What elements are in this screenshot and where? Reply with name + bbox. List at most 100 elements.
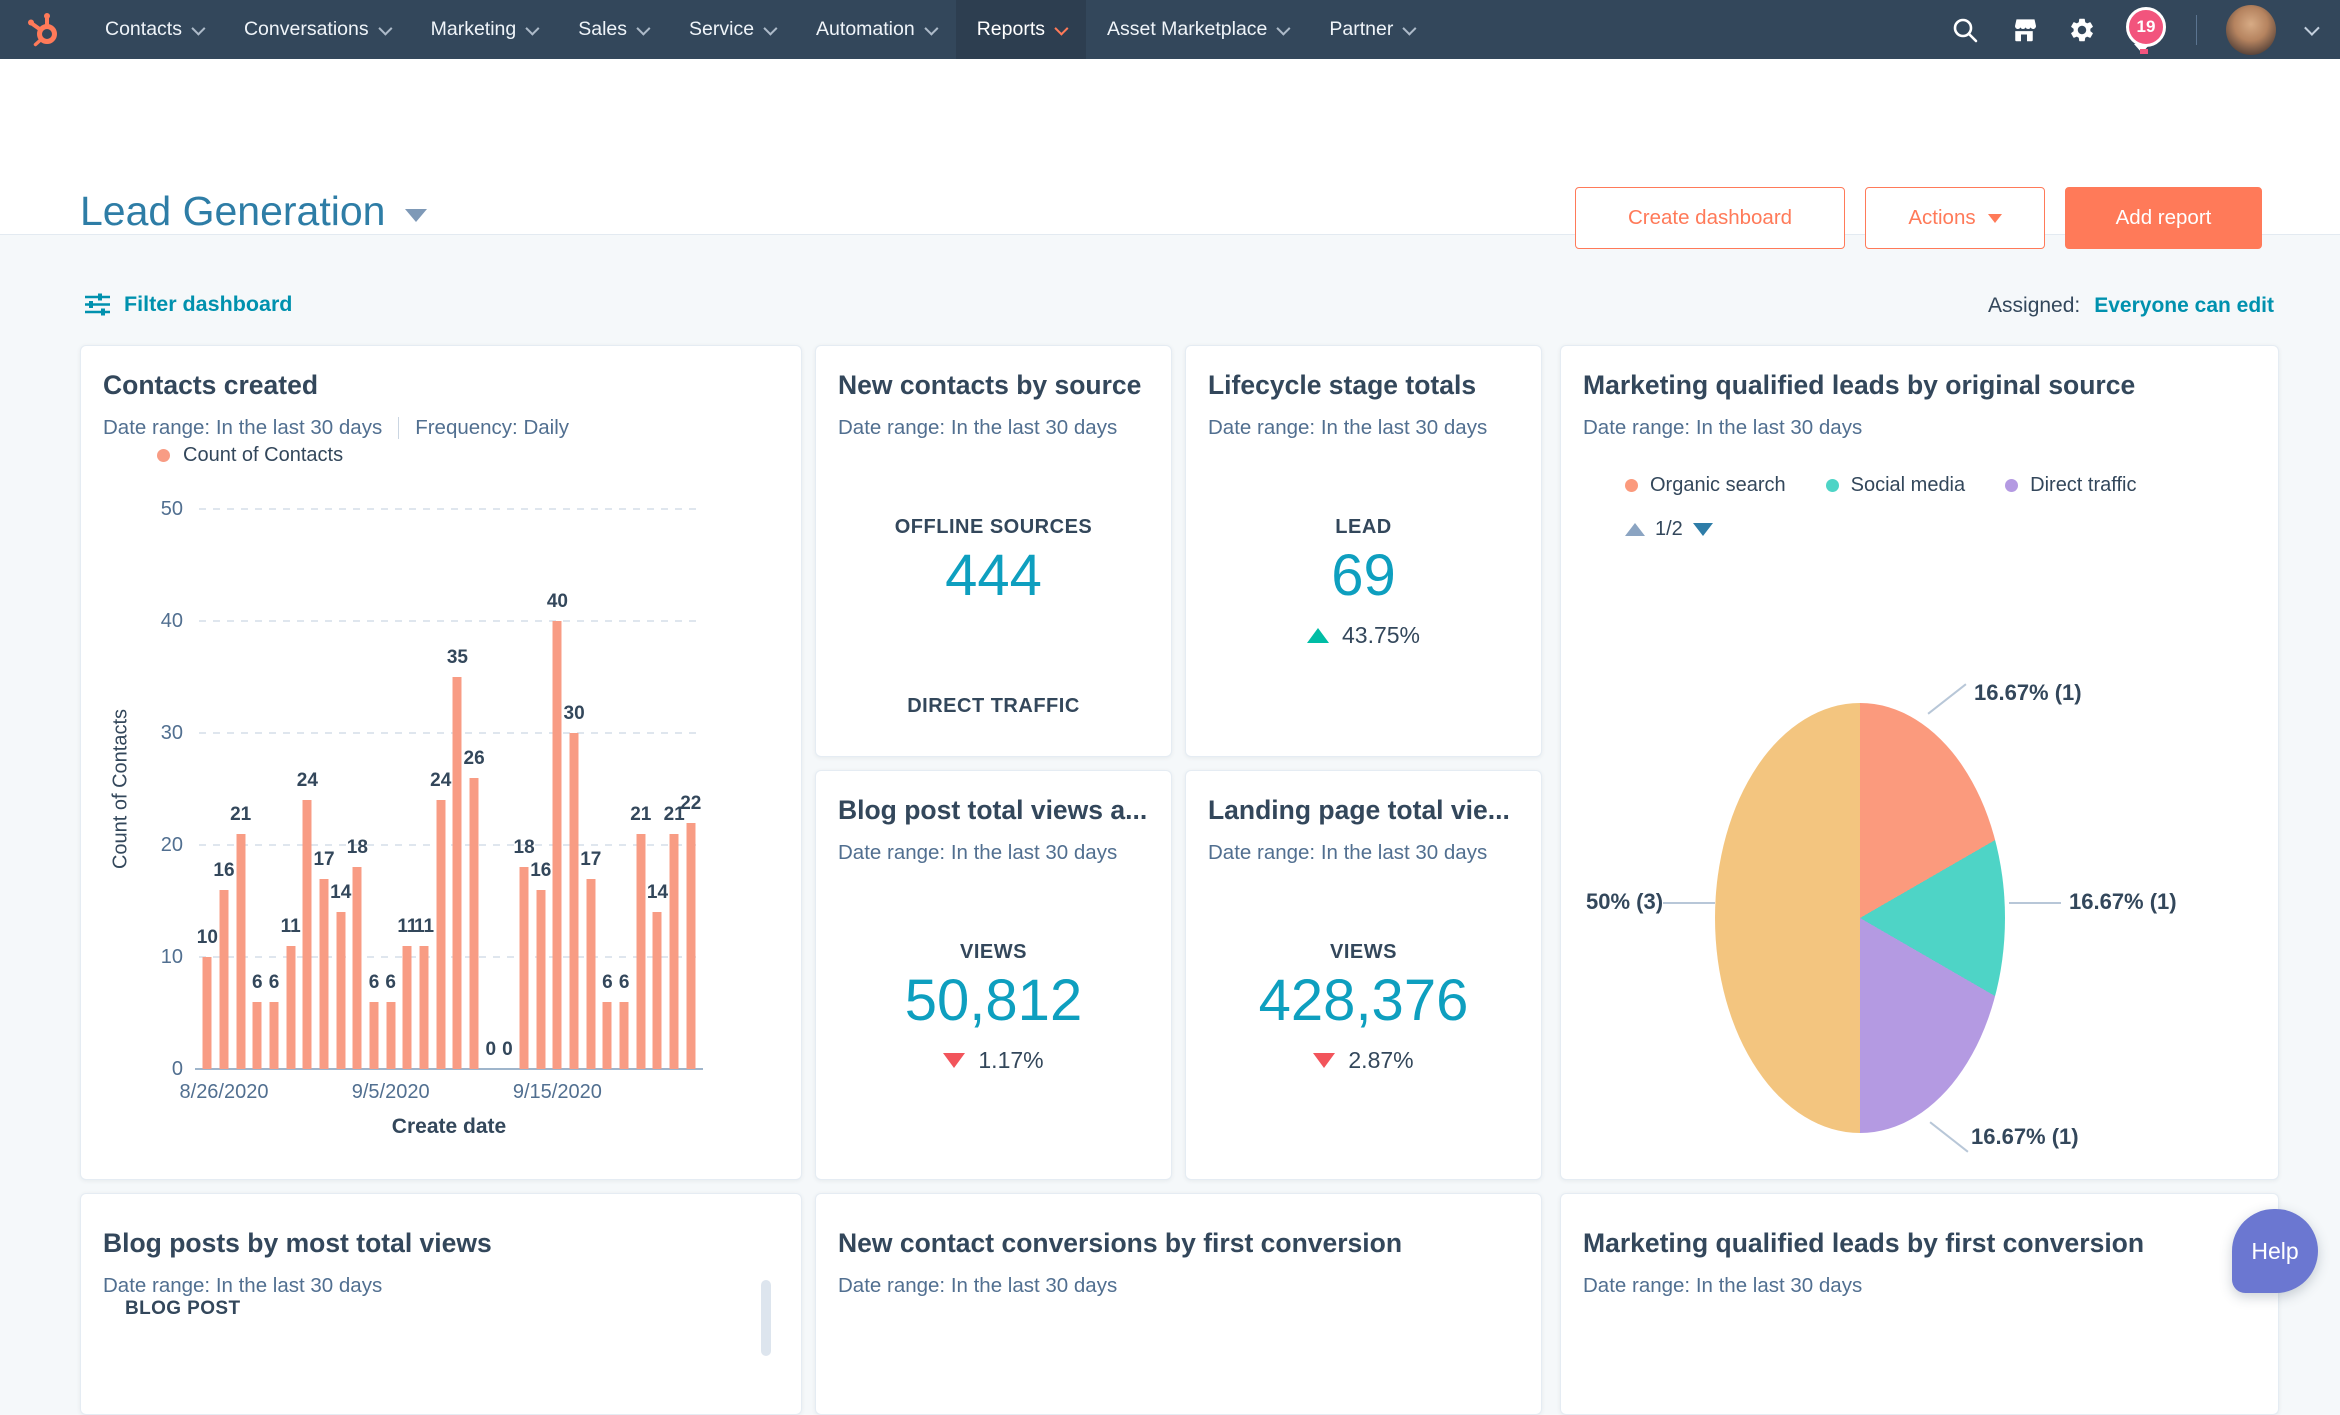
bar[interactable]: 18: [514, 509, 535, 1069]
filter-dashboard-label: Filter dashboard: [124, 292, 293, 316]
bar[interactable]: 16: [213, 509, 235, 1069]
legend-dot-icon: [157, 449, 170, 462]
hubspot-sprocket-icon: [28, 12, 57, 46]
bar[interactable]: 24: [297, 509, 318, 1069]
nav-item-label: Automation: [816, 18, 915, 40]
legend-page-down-icon[interactable]: [1692, 523, 1713, 536]
card-title: New contact conversions by first convers…: [838, 1228, 1403, 1258]
legend-item-organic-search[interactable]: Organic search: [1625, 474, 1786, 497]
nav-item-label: Sales: [578, 18, 628, 40]
bar-rect: [586, 878, 596, 1069]
bar[interactable]: 22: [680, 509, 701, 1069]
x-ticks: 8/26/2020 9/5/2020 9/15/2020: [180, 1081, 699, 1107]
bar[interactable]: 18: [347, 509, 368, 1069]
card-scrollbar[interactable]: [761, 1280, 771, 1356]
delta-arrow-icon: [1313, 1053, 1336, 1068]
card-meta: Date range: In the last 30 days: [838, 416, 1117, 440]
nav-item-service[interactable]: Service: [668, 0, 795, 59]
bar[interactable]: 30: [564, 509, 585, 1069]
legend-dot-icon: [1825, 479, 1839, 492]
bar[interactable]: 6: [382, 509, 399, 1069]
pie-slice-label: 16.67% (1): [2069, 889, 2177, 914]
bar[interactable]: 11: [397, 509, 417, 1069]
next-metric-label: DIRECT TRAFFIC: [907, 695, 1080, 717]
nav-item-contacts[interactable]: Contacts: [84, 0, 223, 59]
help-button[interactable]: Help: [2232, 1209, 2318, 1293]
legend-page-up-icon[interactable]: [1625, 523, 1645, 536]
bar[interactable]: 14: [647, 509, 668, 1069]
account-chevron-down-icon[interactable]: [2304, 20, 2320, 36]
user-avatar[interactable]: [2226, 4, 2276, 55]
bar[interactable]: 21: [664, 509, 685, 1069]
settings-gear-icon[interactable]: [2068, 16, 2096, 44]
nav-item-automation[interactable]: Automation: [795, 0, 956, 59]
contacts-created-bar-chart: 10 16 21 6 6 11 24 17 14 18 6 6 11 11 24 35 26 0 0 18 16 40 30…: [110, 498, 703, 1138]
delta-arrow-icon: [1306, 628, 1329, 643]
meta-divider: [398, 417, 400, 439]
bar-rect: [319, 878, 329, 1069]
bar[interactable]: 17: [313, 509, 335, 1069]
bar[interactable]: 0: [482, 509, 499, 1069]
card-title: New contacts by source: [838, 370, 1142, 400]
bar-rect: [236, 833, 246, 1069]
pie-leader-line: [1929, 1121, 1969, 1153]
marketplace-icon[interactable]: [2009, 15, 2039, 45]
date-range: Date range: In the last 30 days: [103, 416, 383, 439]
y-axis-title: Count of Contacts: [109, 708, 132, 870]
legend-item-social-media[interactable]: Social media: [1825, 474, 1965, 497]
bar[interactable]: 6: [616, 509, 633, 1069]
bar-rect: [336, 912, 346, 1069]
bar[interactable]: 17: [580, 509, 601, 1069]
date-range: Date range: In the last 30 days: [838, 416, 1118, 439]
dashboard-title-dropdown[interactable]: Lead Generation: [80, 188, 428, 234]
y-tick-label: 30: [160, 722, 183, 744]
nav-item-partner[interactable]: Partner: [1308, 0, 1434, 59]
nav-item-reports[interactable]: Reports: [955, 0, 1086, 59]
nav-item-asset-marketplace[interactable]: Asset Marketplace: [1086, 0, 1308, 59]
x-tick-label: 8/26/2020: [179, 1081, 269, 1103]
pie-chart[interactable]: [1715, 703, 2005, 1133]
hubspot-logo-icon[interactable]: [24, 10, 64, 50]
nav-item-marketing[interactable]: Marketing: [410, 0, 558, 59]
legend-dot-icon: [2005, 479, 2019, 492]
bar[interactable]: 10: [197, 509, 218, 1069]
metric-value: 444: [945, 543, 1042, 608]
card-title: Blog post total views a...: [838, 795, 1148, 825]
bar-rect: [452, 677, 462, 1069]
bar[interactable]: 6: [599, 509, 616, 1069]
bar[interactable]: 14: [330, 509, 351, 1069]
create-dashboard-button[interactable]: Create dashboard: [1575, 187, 1845, 249]
bar-value-label: 0: [485, 1039, 497, 1060]
chevron-down-icon: [1276, 21, 1291, 36]
bar[interactable]: 24: [430, 509, 451, 1069]
bar-rect: [219, 889, 229, 1069]
notification-balloon-basket: [2140, 48, 2148, 54]
filter-dashboard-link[interactable]: Filter dashboard: [84, 292, 292, 317]
bar-rect: [669, 833, 679, 1069]
add-report-button[interactable]: Add report: [2065, 187, 2262, 249]
legend-item-direct-traffic[interactable]: Direct traffic: [2005, 474, 2136, 497]
assigned-value-link[interactable]: Everyone can edit: [2094, 294, 2274, 318]
nav-item-sales[interactable]: Sales: [557, 0, 668, 59]
notification-count: 19: [2136, 16, 2156, 36]
bar[interactable]: 21: [630, 509, 651, 1069]
search-icon[interactable]: [1950, 15, 1980, 45]
notifications-icon[interactable]: 19: [2125, 5, 2167, 55]
bar[interactable]: 6: [366, 509, 383, 1069]
bar[interactable]: 6: [249, 509, 266, 1069]
card-title: Blog posts by most total views: [103, 1228, 492, 1258]
nav-item-label: Contacts: [105, 18, 182, 40]
actions-button[interactable]: Actions: [1865, 187, 2045, 249]
bar[interactable]: 0: [499, 509, 516, 1069]
bar[interactable]: 35: [447, 509, 468, 1069]
legend-pagination: 1/2: [1625, 518, 1713, 541]
bar-value-label: 6: [385, 971, 397, 993]
series-legend-item[interactable]: Count of Contacts: [157, 444, 343, 467]
bar[interactable]: 6: [266, 509, 283, 1069]
y-tick-label: 50: [160, 498, 183, 520]
bar-rect: [469, 777, 479, 1069]
bar[interactable]: 21: [230, 509, 251, 1069]
nav-item-conversations[interactable]: Conversations: [223, 0, 410, 59]
bar[interactable]: 26: [464, 509, 485, 1069]
bar[interactable]: 40: [547, 509, 568, 1069]
